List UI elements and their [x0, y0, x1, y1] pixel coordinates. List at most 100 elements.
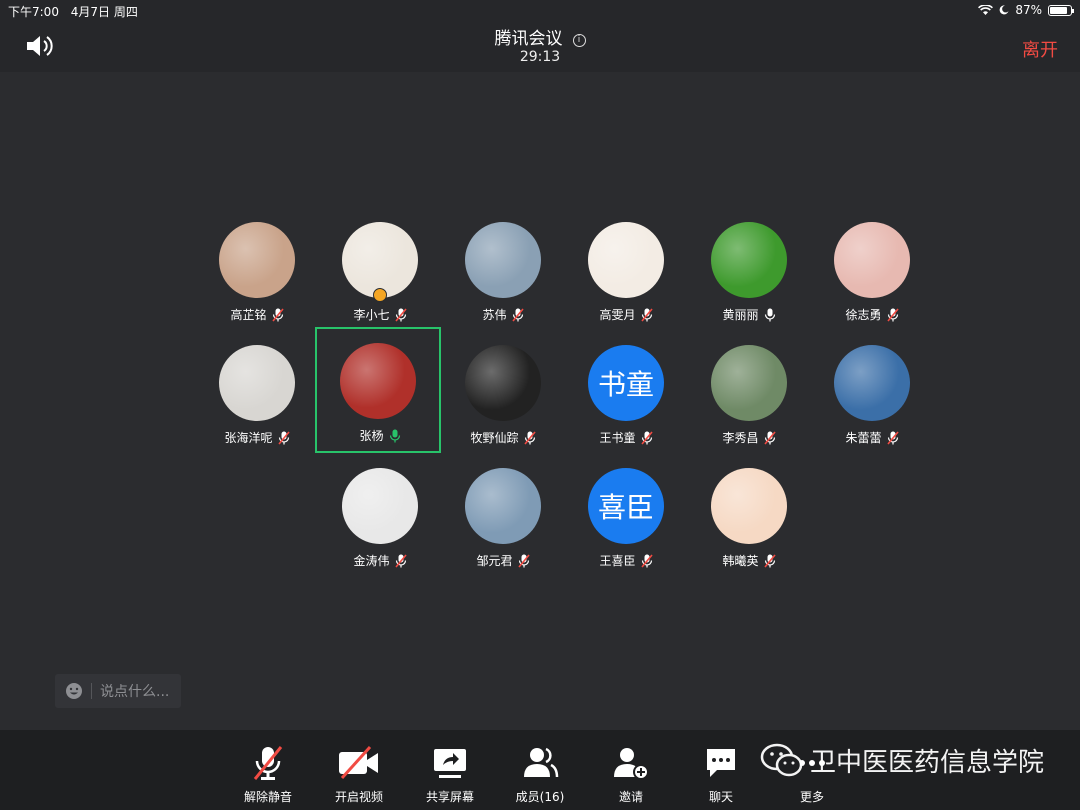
mic-muted-icon — [253, 746, 283, 780]
mic-speaking-icon — [389, 429, 401, 443]
members-label: 成员(16) — [515, 790, 565, 804]
participant-tile[interactable]: 邹元君 — [440, 452, 566, 578]
watermark-text: 卫中医医药信息学院 — [810, 748, 1045, 778]
avatar: 书童 — [588, 345, 664, 421]
participant-tile[interactable]: 张杨 — [315, 327, 441, 453]
chat-button[interactable]: 聊天 — [681, 740, 761, 806]
participant-name-row: 高芷铭 — [194, 306, 320, 323]
avatar — [465, 345, 541, 421]
participant-name: 牧野仙踪 — [470, 431, 519, 445]
participant-tile[interactable]: 书童王书童 — [563, 329, 689, 455]
participant-name-row: 张海洋呢 — [194, 429, 320, 446]
participant-name: 高雯月 — [599, 308, 636, 322]
meeting-title-text: 腾讯会议 — [494, 29, 563, 49]
participant-name: 邹元君 — [476, 554, 513, 568]
mic-muted-icon — [271, 307, 284, 322]
mic-muted-icon — [394, 553, 407, 568]
avatar — [342, 222, 418, 298]
participant-name: 王书童 — [599, 431, 636, 445]
wechat-icon — [760, 743, 803, 776]
participant-tile[interactable]: 李秀昌 — [686, 329, 812, 455]
share-screen-button[interactable]: 共享屏幕 — [410, 740, 490, 806]
top-bar: 下午7:00 4月7日 周四 87% 腾讯会议 i 29:13 离开 — [0, 0, 1080, 72]
participant-tile[interactable]: 徐志勇 — [809, 206, 935, 332]
participant-name: 徐志勇 — [845, 308, 882, 322]
mic-muted-icon — [394, 307, 407, 322]
participant-tile[interactable]: 高雯月 — [563, 206, 689, 332]
meeting-timer: 29:13 — [519, 49, 561, 65]
avatar — [342, 468, 418, 544]
unmute-label: 解除静音 — [243, 790, 292, 804]
share-screen-icon — [434, 749, 466, 778]
participant-tile[interactable]: 朱蕾蕾 — [809, 329, 935, 455]
participant-name: 黄丽丽 — [722, 308, 759, 322]
mic-muted-icon — [511, 307, 524, 322]
mic-muted-icon — [640, 430, 653, 445]
avatar — [711, 468, 787, 544]
participant-tile[interactable]: 黄丽丽 — [686, 206, 812, 332]
participant-name-row: 黄丽丽 — [686, 306, 812, 323]
members-icon — [524, 747, 559, 778]
status-bar: 下午7:00 4月7日 周四 87% — [0, 0, 1080, 22]
watermark: 卫中医医药信息学院 — [760, 742, 1044, 779]
wifi-icon — [978, 4, 994, 15]
participant-tile[interactable]: 金涛伟 — [317, 452, 443, 578]
chat-input[interactable]: 说点什么... — [55, 674, 181, 708]
participant-name-row: 王书童 — [563, 429, 689, 446]
mic-muted-icon — [763, 430, 776, 445]
participant-tile[interactable]: 高芷铭 — [194, 206, 320, 332]
mic-on-icon — [764, 308, 776, 322]
avatar — [219, 345, 295, 421]
chat-icon — [707, 749, 735, 777]
participant-name-row: 邹元君 — [440, 552, 566, 569]
avatar — [588, 222, 664, 298]
members-button[interactable]: 成员(16) — [500, 740, 580, 806]
participant-name: 李小七 — [353, 308, 390, 322]
chat-placeholder: 说点什么... — [100, 684, 170, 700]
participant-name: 金涛伟 — [353, 554, 390, 568]
participant-tile[interactable]: 苏伟 — [440, 206, 566, 332]
invite-button[interactable]: 邀请 — [591, 740, 671, 806]
participant-name-row: 牧野仙踪 — [440, 429, 566, 446]
participant-tile[interactable]: 李小七 — [317, 206, 443, 332]
chat-label: 聊天 — [708, 790, 733, 804]
avatar — [834, 222, 910, 298]
leave-button[interactable]: 离开 — [1022, 36, 1058, 62]
share-screen-label: 共享屏幕 — [425, 790, 474, 804]
participant-name: 韩曦英 — [722, 554, 759, 568]
info-icon[interactable]: i — [572, 34, 586, 47]
avatar: 喜臣 — [588, 468, 664, 544]
more-label: 更多 — [799, 790, 824, 804]
meeting-title: 腾讯会议 i — [0, 24, 1080, 49]
host-badge-icon — [373, 288, 387, 302]
unmute-button[interactable]: 解除静音 — [228, 740, 308, 806]
mic-muted-icon — [517, 553, 530, 568]
participant-name: 朱蕾蕾 — [845, 431, 882, 445]
emoji-icon[interactable] — [65, 682, 83, 700]
status-time: 下午7:00 — [8, 5, 59, 19]
participant-name-row: 高雯月 — [563, 306, 689, 323]
battery-icon — [1048, 4, 1074, 16]
avatar — [340, 343, 416, 419]
mic-muted-icon — [523, 430, 536, 445]
participant-name-row: 苏伟 — [440, 306, 566, 323]
participant-tile[interactable]: 张海洋呢 — [194, 329, 320, 455]
participant-name-row: 李秀昌 — [686, 429, 812, 446]
mic-muted-icon — [277, 430, 290, 445]
chat-divider — [91, 683, 92, 699]
participant-name-row: 李小七 — [317, 306, 443, 323]
avatar — [465, 468, 541, 544]
status-date: 4月7日 周四 — [70, 5, 138, 19]
participant-name: 张杨 — [359, 429, 384, 443]
battery-percent: 87% — [1015, 3, 1042, 17]
participant-tile[interactable]: 韩曦英 — [686, 452, 812, 578]
participant-name-row: 韩曦英 — [686, 552, 812, 569]
avatar — [834, 345, 910, 421]
moon-icon — [999, 5, 1009, 15]
video-label: 开启视频 — [334, 790, 383, 804]
avatar — [711, 222, 787, 298]
participant-tile[interactable]: 喜臣 王喜臣 — [563, 452, 689, 578]
participant-tile[interactable]: 牧野仙踪 — [440, 329, 566, 455]
video-button[interactable]: 开启视频 — [319, 740, 399, 806]
avatar — [711, 345, 787, 421]
